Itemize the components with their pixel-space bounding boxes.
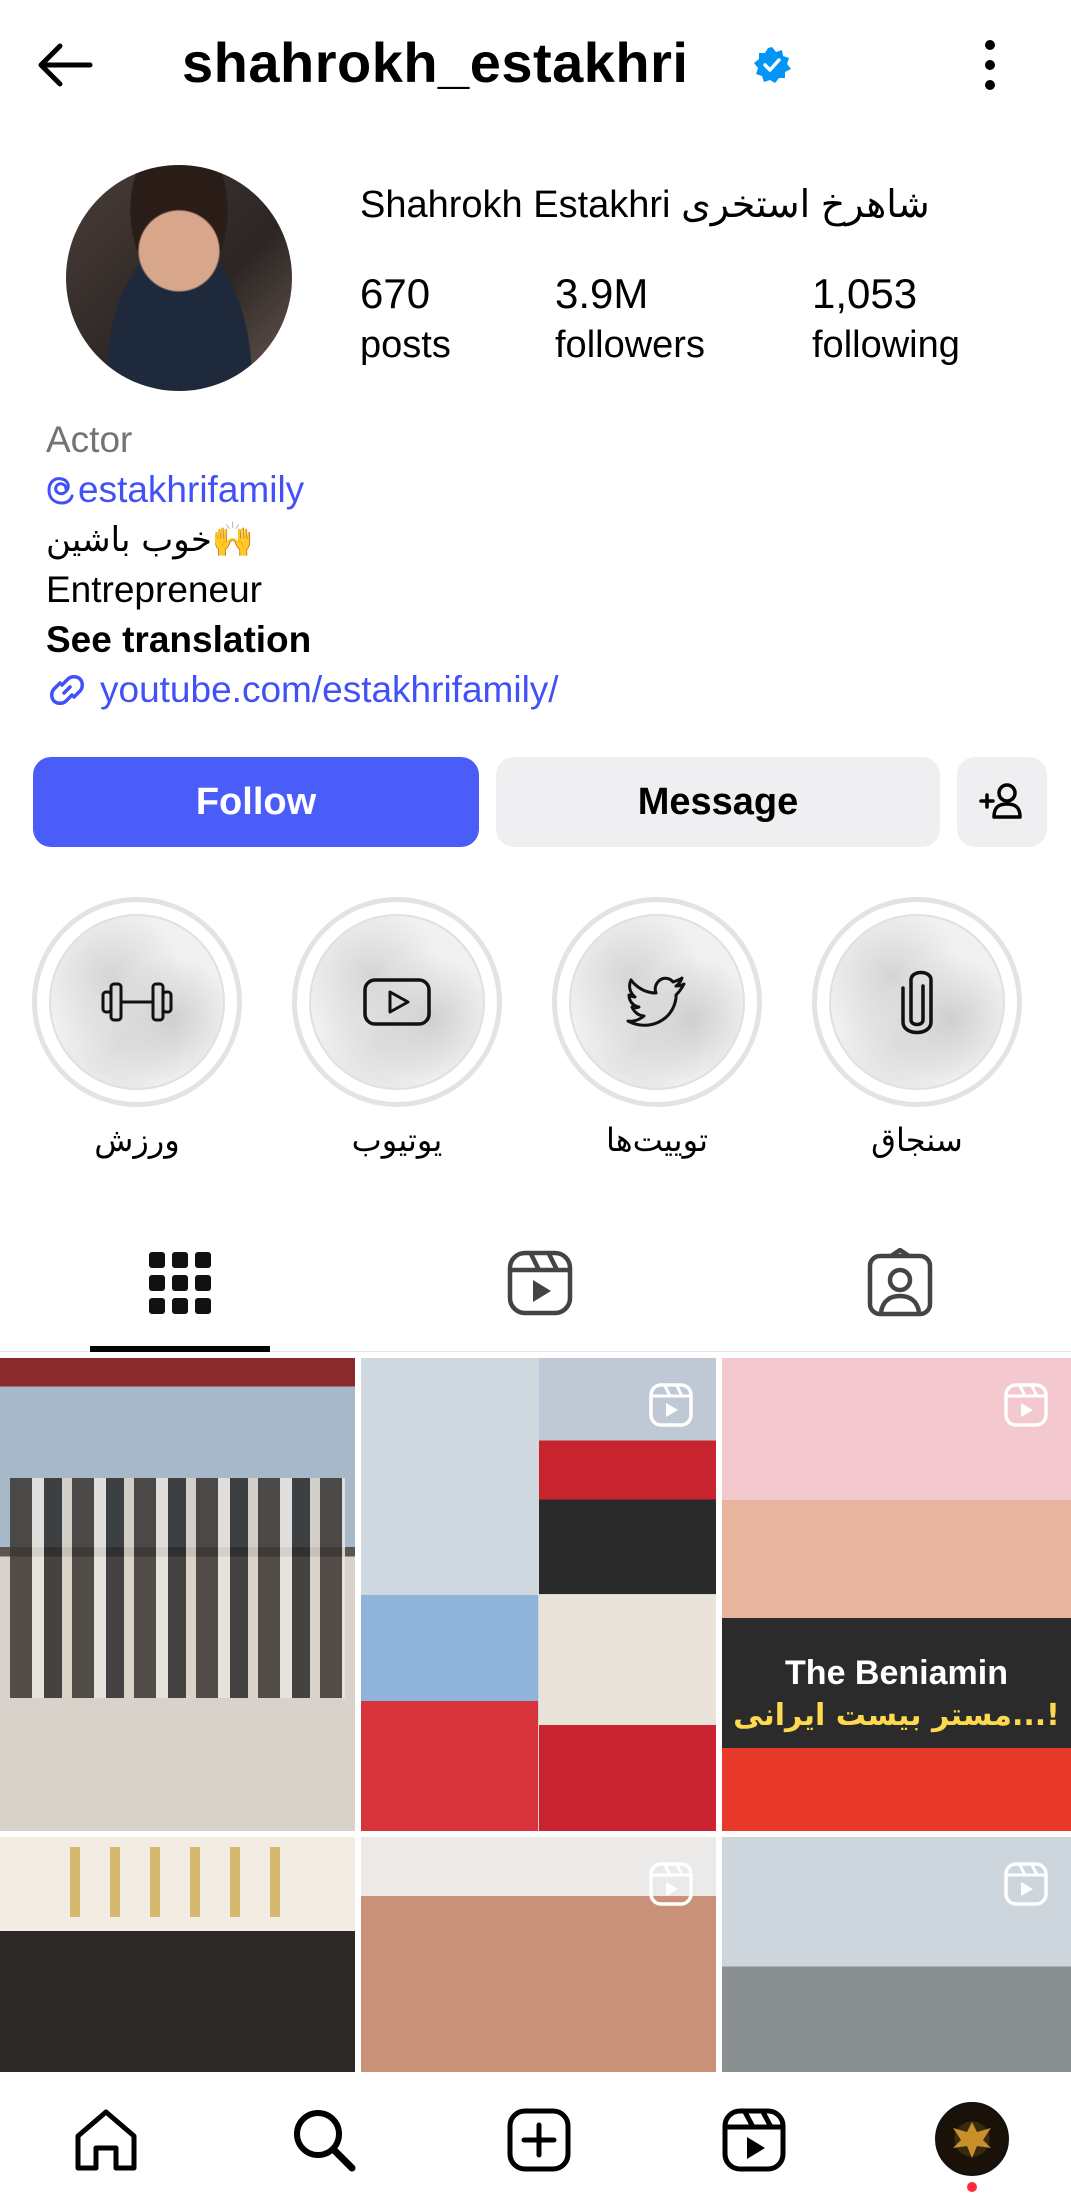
reels-nav-icon[interactable] (720, 2106, 788, 2174)
profile-header: shahrokh_estakhri (0, 0, 1071, 130)
highlight-pinned[interactable]: سنجاق (812, 897, 1022, 1159)
post-overlay-title: The Beniamin (785, 1654, 1008, 1692)
reel-indicator-icon (1004, 1383, 1048, 1427)
post-thumbnail[interactable] (0, 1358, 355, 1831)
bottom-navigation (0, 2072, 1071, 2210)
home-icon[interactable] (72, 2106, 140, 2174)
post-thumbnail[interactable]: The Beniamin مستر بیست ایرانی...! (722, 1358, 1071, 1831)
highlight-varzesh[interactable]: ورزش (32, 897, 242, 1159)
stat-posts[interactable]: 670 posts (360, 270, 451, 367)
post-thumbnail[interactable] (0, 1837, 355, 2072)
more-options-icon[interactable] (960, 35, 1020, 95)
stat-followers-value: 3.9M (555, 270, 649, 317)
stat-following-label: following (812, 324, 960, 366)
youtube-icon (363, 978, 431, 1026)
post-thumbnail[interactable] (361, 1358, 716, 1831)
stat-posts-label: posts (360, 324, 451, 366)
paperclip-icon (901, 970, 933, 1035)
stat-following[interactable]: 1,053 following (812, 270, 960, 367)
threads-handle: estakhrifamily (78, 469, 305, 510)
verified-badge-icon (754, 47, 791, 83)
post-thumbnail[interactable] (361, 1837, 716, 2072)
highlight-youtube[interactable]: یوتیوب (292, 897, 502, 1159)
own-profile-avatar[interactable] (935, 2102, 1009, 2176)
dumbbell-icon (101, 982, 173, 1022)
highlight-label: ورزش (94, 1121, 180, 1159)
stat-following-value: 1,053 (812, 270, 918, 317)
threads-icon (47, 477, 74, 505)
twitter-bird-icon (626, 976, 686, 1027)
highlight-ring (552, 897, 762, 1107)
reels-icon[interactable] (505, 1248, 575, 1318)
stat-posts-value: 670 (360, 270, 431, 317)
search-icon[interactable] (290, 2106, 358, 2174)
threads-link[interactable]: estakhrifamily (46, 465, 559, 515)
highlight-tweets[interactable]: توییت‌ها (552, 897, 762, 1159)
notification-dot (967, 2182, 977, 2192)
profile-avatar[interactable] (66, 165, 292, 391)
see-translation-link[interactable]: See translation (46, 615, 559, 665)
reel-indicator-icon (649, 1383, 693, 1427)
highlight-label: توییت‌ها (605, 1121, 709, 1159)
message-button[interactable]: Message (496, 757, 940, 847)
highlight-label: یوتیوب (351, 1121, 443, 1159)
back-arrow-icon[interactable] (32, 32, 98, 98)
stat-followers[interactable]: 3.9M followers (555, 270, 705, 367)
eagle-emblem-icon (953, 2122, 991, 2158)
grid-icon[interactable] (145, 1248, 215, 1318)
profile-category: Actor (46, 419, 133, 460)
highlight-ring (812, 897, 1022, 1107)
bio-line-1: خوب باشین🙌 (46, 520, 255, 560)
highlight-label: سنجاق (871, 1121, 963, 1159)
profile-external-link[interactable]: youtube.com/estakhrifamily/ (46, 665, 559, 715)
profile-bio: Actor estakhrifamily خوب باشین🙌 Entrepre… (46, 415, 559, 715)
highlight-ring (292, 897, 502, 1107)
active-tab-indicator (90, 1346, 270, 1352)
group-photo (10, 1478, 345, 1698)
tagged-user-icon[interactable] (865, 1248, 935, 1318)
highlight-ring (32, 897, 242, 1107)
profile-external-link-text: youtube.com/estakhrifamily/ (100, 669, 559, 710)
create-post-icon[interactable] (505, 2106, 573, 2174)
add-person-icon (979, 783, 1022, 819)
bio-line-2: Entrepreneur (46, 569, 262, 610)
link-icon (50, 675, 84, 705)
profile-username: shahrokh_estakhri (182, 31, 689, 94)
reel-indicator-icon (1004, 1862, 1048, 1906)
follow-button[interactable]: Follow (33, 757, 479, 847)
profile-full-name: Shahrokh Estakhri شاهرخ استخری (360, 184, 930, 226)
reel-indicator-icon (649, 1862, 693, 1906)
post-overlay-subtitle: مستر بیست ایرانی...! (733, 1698, 1060, 1733)
stat-followers-label: followers (555, 324, 705, 366)
profile-tabs (0, 1230, 1071, 1352)
suggested-users-button[interactable] (957, 757, 1047, 847)
post-thumbnail[interactable] (722, 1837, 1071, 2072)
